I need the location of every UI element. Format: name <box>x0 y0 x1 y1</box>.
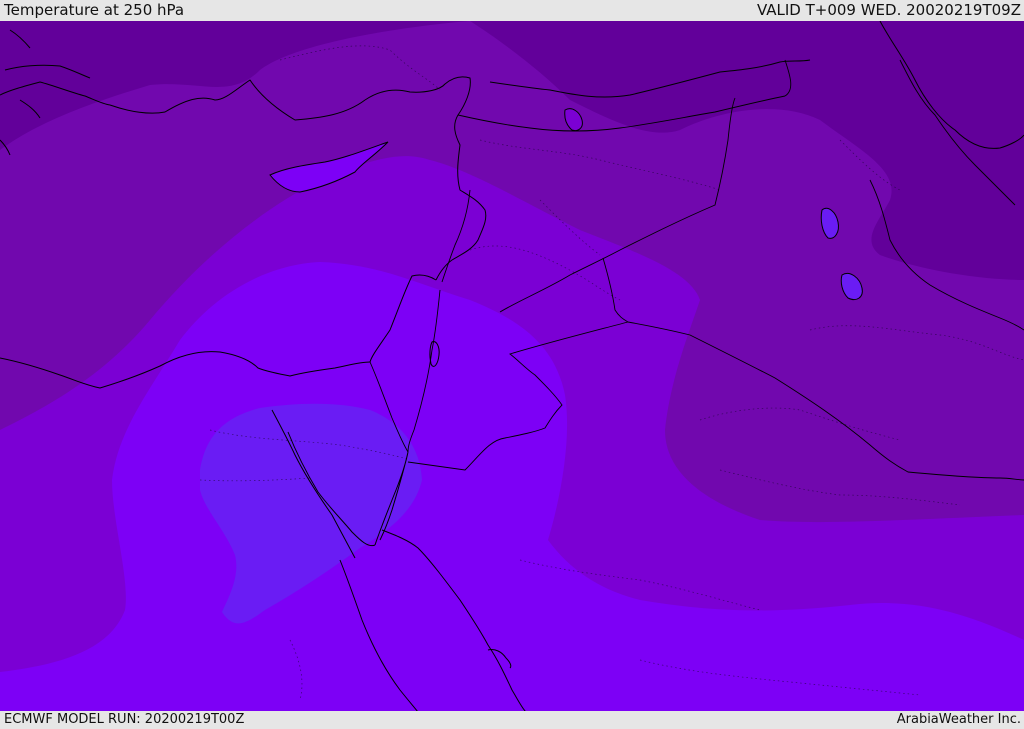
header-bar: Temperature at 250 hPa VALID T+009 WED. … <box>0 0 1024 21</box>
credit-label: ArabiaWeather Inc. <box>896 712 1021 727</box>
footer-bar: ECMWF MODEL RUN: 20200219T00Z ArabiaWeat… <box>0 711 1024 729</box>
map-title: Temperature at 250 hPa <box>4 1 185 19</box>
temperature-map <box>0 21 1024 712</box>
model-run-label: ECMWF MODEL RUN: 20200219T00Z <box>4 712 245 727</box>
weather-map-frame: Temperature at 250 hPa VALID T+009 WED. … <box>0 0 1024 729</box>
valid-time: VALID T+009 WED. 20020219T09Z <box>756 1 1021 19</box>
